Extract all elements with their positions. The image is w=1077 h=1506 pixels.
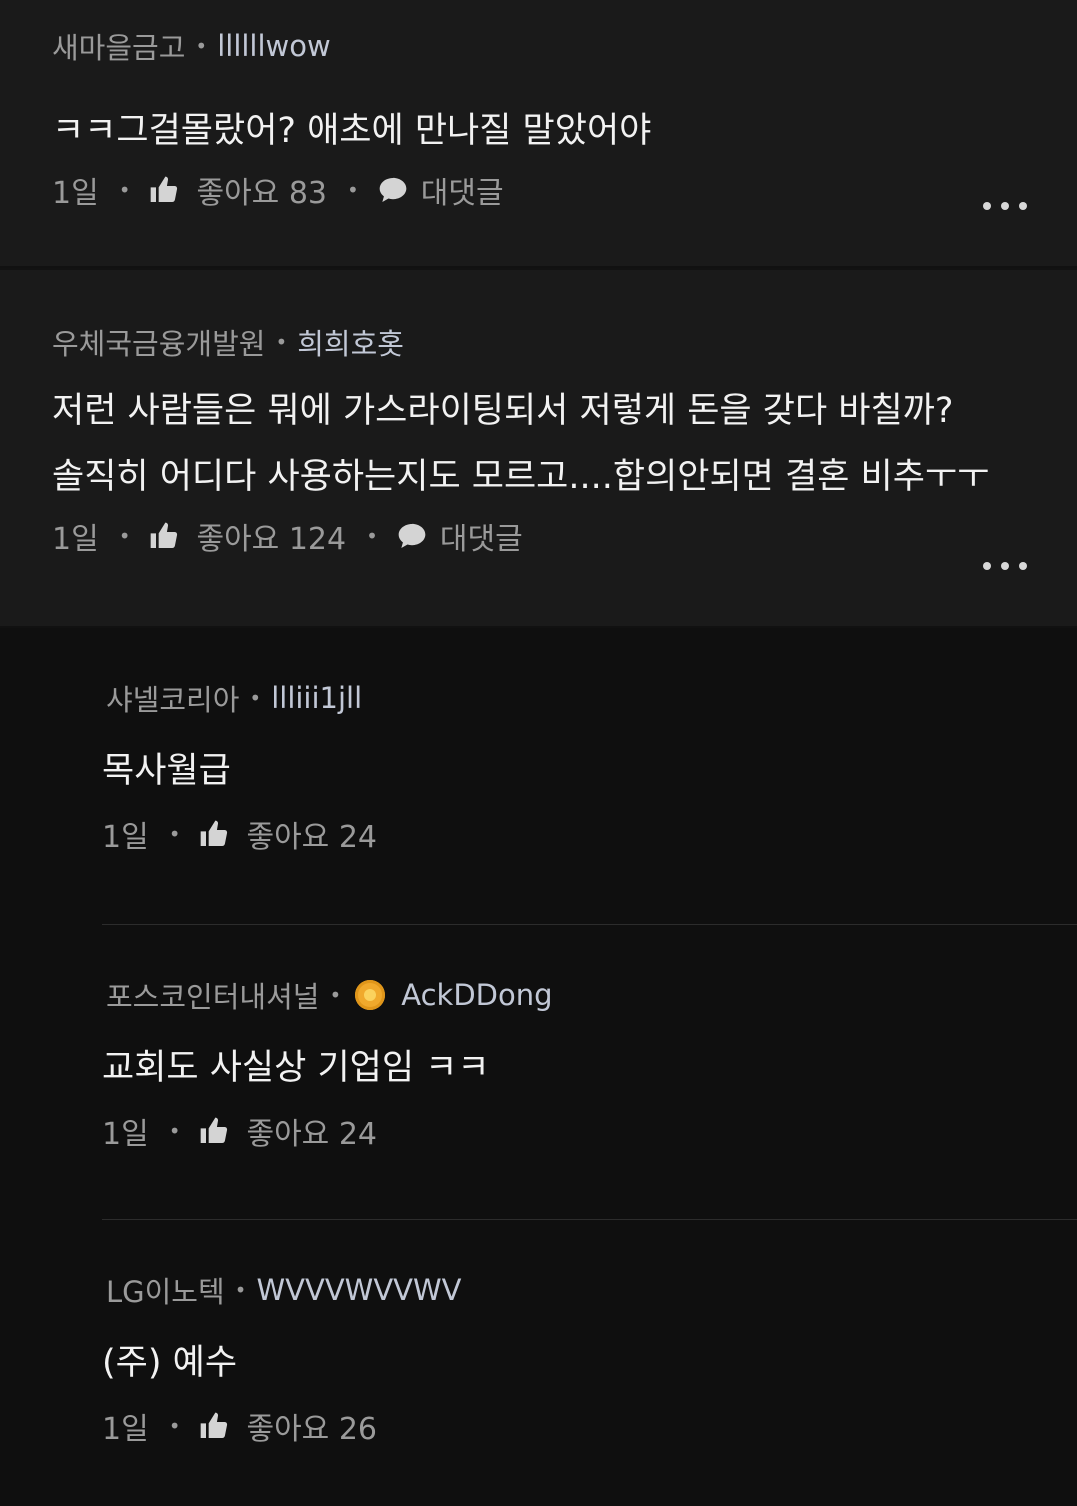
action-separator: •	[168, 1119, 181, 1143]
comment-actions: 1일 • 좋아요 83 • 대댓글	[52, 168, 1077, 212]
action-separator: •	[168, 1414, 181, 1438]
company-name: 우체국금융개발원	[52, 327, 266, 361]
like-button[interactable]: 좋아요 26	[246, 1404, 377, 1448]
comment-text: ㅋㅋ그걸몰랐어? 애초에 만나질 말았어야	[52, 111, 652, 151]
meta-separator: •	[249, 686, 262, 710]
comment-actions: 1일 • 좋아요 124 • 대댓글	[52, 514, 1077, 558]
thumbs-up-icon[interactable]	[148, 174, 180, 206]
action-separator: •	[118, 524, 131, 548]
company-name: 포스코인터내셔널	[106, 980, 320, 1014]
reply-meta: 샤넬코리아 • llliii1jll	[102, 680, 1077, 717]
reply-button[interactable]: 대댓글	[440, 514, 523, 558]
username[interactable]: AckDDong	[401, 978, 552, 1012]
comment-time: 1일	[52, 176, 99, 211]
more-dots-icon	[983, 562, 991, 570]
reply-text: 교회도 사실상 기업임 ㅋㅋ	[102, 1048, 490, 1088]
reply-button[interactable]: 대댓글	[421, 168, 504, 212]
more-options-button[interactable]	[983, 556, 1027, 576]
reply-actions: 1일 • 좋아요 26	[102, 1404, 1077, 1448]
meta-separator: •	[329, 983, 342, 1007]
comment-2: 우체국금융개발원 • 희희호홋 저런 사람들은 뭐에 가스라이팅되서 저렇게 돈…	[0, 268, 1077, 628]
action-separator: •	[347, 178, 359, 202]
reply-actions: 1일 • 좋아요 24	[102, 812, 1077, 856]
reply-text: (주) 예수	[102, 1343, 238, 1383]
reply-meta: LG이노텍 • WVVVWVVWV	[102, 1272, 1077, 1309]
reply-actions: 1일 • 좋아요 24	[102, 1109, 1077, 1153]
username[interactable]: 희희호홋	[297, 321, 404, 363]
medal-badge-icon	[355, 980, 386, 1010]
reply-3: LG이노텍 • WVVVWVVWV (주) 예수 1일 • 좋아요 26	[102, 1219, 1077, 1506]
comment-1: 새마을금고 • llllllwow ㅋㅋ그걸몰랐어? 애초에 만나질 말았어야 …	[0, 0, 1077, 268]
thumbs-up-icon[interactable]	[198, 1410, 230, 1442]
more-dots-icon	[983, 202, 991, 210]
speech-bubble-icon[interactable]	[377, 174, 409, 206]
action-separator: •	[168, 822, 181, 846]
reply-time: 1일	[102, 1117, 149, 1152]
comment-time: 1일	[52, 522, 99, 557]
reply-1: 샤넬코리아 • llliii1jll 목사월급 1일 • 좋아요 24	[102, 628, 1077, 924]
reply-meta: 포스코인터내셔널 • AckDDong	[102, 977, 1077, 1014]
username[interactable]: llllllwow	[217, 29, 331, 63]
like-button[interactable]: 좋아요 83	[196, 168, 327, 212]
company-name: LG이노텍	[106, 1275, 225, 1309]
comment-text-line-2: 솔직히 어디다 사용하는지도 모르고....합의안되면 결혼 비추ㅜㅜ	[52, 457, 990, 497]
comment-text-line-1: 저런 사람들은 뭐에 가스라이팅되서 저렇게 돈을 갖다 바칠까?	[52, 391, 954, 431]
reply-time: 1일	[102, 1412, 149, 1447]
meta-separator: •	[195, 34, 208, 58]
like-button[interactable]: 좋아요 124	[196, 514, 346, 558]
username[interactable]: WVVVWVVWV	[256, 1273, 461, 1307]
like-button[interactable]: 좋아요 24	[246, 812, 377, 856]
thumbs-up-icon[interactable]	[198, 818, 230, 850]
reply-text: 목사월급	[102, 751, 231, 791]
comment-meta: 새마을금고 • llllllwow	[52, 28, 1077, 65]
username[interactable]: llliii1jll	[271, 681, 362, 715]
reply-time: 1일	[102, 820, 149, 855]
meta-separator: •	[275, 330, 288, 354]
thumbs-up-icon[interactable]	[148, 520, 180, 552]
company-name: 새마을금고	[52, 31, 186, 65]
speech-bubble-icon[interactable]	[396, 520, 428, 552]
action-separator: •	[366, 524, 378, 548]
action-separator: •	[118, 178, 131, 202]
like-button[interactable]: 좋아요 24	[246, 1109, 377, 1153]
reply-2: 포스코인터내셔널 • AckDDong 교회도 사실상 기업임 ㅋㅋ 1일 • …	[102, 924, 1077, 1219]
company-name: 샤넬코리아	[106, 683, 240, 717]
thumbs-up-icon[interactable]	[198, 1115, 230, 1147]
meta-separator: •	[234, 1278, 247, 1302]
comment-meta: 우체국금융개발원 • 희희호홋	[52, 321, 1077, 363]
more-options-button[interactable]	[983, 196, 1027, 216]
